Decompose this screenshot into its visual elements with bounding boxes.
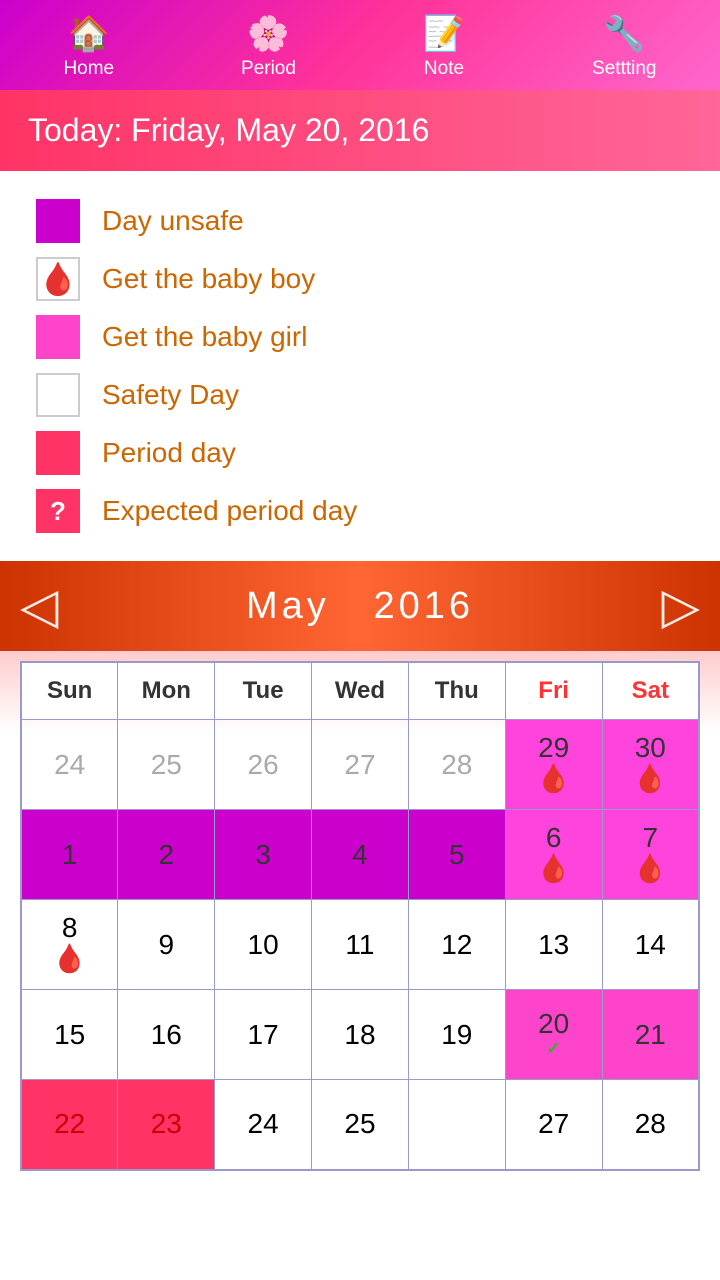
col-fri: Fri	[505, 662, 602, 720]
legend-section: Day unsafe 🩸 Get the baby boy Get the ba…	[0, 171, 720, 561]
legend-safety: Safety Day	[36, 373, 684, 417]
col-mon: Mon	[118, 662, 215, 720]
calendar-cell-20-today[interactable]: 20 ✓	[505, 990, 602, 1080]
table-row: 15 16 17 18 19 20 ✓ 21	[21, 990, 699, 1080]
calendar-cell-25[interactable]: 25	[118, 720, 215, 810]
calendar-cell-17[interactable]: 17	[215, 990, 312, 1080]
calendar-cell-6[interactable]: 6 🩸	[505, 810, 602, 900]
legend-girl: Get the baby girl	[36, 315, 684, 359]
calendar-cell-14[interactable]: 14	[602, 900, 699, 990]
drop-icon-6: 🩸	[536, 852, 571, 885]
calendar-cell-8[interactable]: 8 🩸	[21, 900, 118, 990]
drop-icon-8: 🩸	[52, 942, 87, 975]
calendar-header: ◁ May 2016 ▷	[0, 561, 720, 651]
settings-icon: 🔧	[603, 14, 645, 54]
table-row: 24 25 26 27 28 29 🩸 30 🩸	[21, 720, 699, 810]
col-sun: Sun	[21, 662, 118, 720]
calendar-cell-13[interactable]: 13	[505, 900, 602, 990]
calendar-cell-27b[interactable]: 27	[505, 1080, 602, 1170]
legend-boy: 🩸 Get the baby boy	[36, 257, 684, 301]
calendar-cell-23[interactable]: 23	[118, 1080, 215, 1170]
col-tue: Tue	[215, 662, 312, 720]
legend-label-period: Period day	[102, 437, 236, 469]
calendar-cell-11[interactable]: 11	[312, 900, 409, 990]
calendar-cell-24[interactable]: 24	[21, 720, 118, 810]
calendar-section: Sun Mon Tue Wed Thu Fri Sat 24 25 26 27 …	[0, 651, 720, 1191]
calendar-cell-22[interactable]: 22	[21, 1080, 118, 1170]
nav-period[interactable]: 🌸 Period	[241, 14, 296, 80]
calendar-cell-26b[interactable]	[408, 1080, 505, 1170]
nav-home[interactable]: 🏠 Home	[63, 14, 114, 80]
calendar-cell-2[interactable]: 2	[118, 810, 215, 900]
table-row: 22 23 24 25 27 28	[21, 1080, 699, 1170]
calendar-cell-9[interactable]: 9	[118, 900, 215, 990]
calendar-cell-1[interactable]: 1	[21, 810, 118, 900]
nav-settings[interactable]: 🔧 Settting	[592, 14, 656, 80]
legend-label-girl: Get the baby girl	[102, 321, 307, 353]
next-month-button[interactable]: ▷	[662, 577, 700, 635]
calendar-table: Sun Mon Tue Wed Thu Fri Sat 24 25 26 27 …	[20, 661, 700, 1171]
legend-label-unsafe: Day unsafe	[102, 205, 244, 237]
calendar-month-title: May 2016	[246, 585, 474, 628]
calendar-cell-16[interactable]: 16	[118, 990, 215, 1080]
drop-icon-29: 🩸	[536, 762, 571, 795]
period-icon: 🌸	[247, 14, 289, 54]
table-row: 8 🩸 9 10 11 12 13 14	[21, 900, 699, 990]
home-icon: 🏠	[68, 14, 110, 54]
calendar-cell-10[interactable]: 10	[215, 900, 312, 990]
question-icon: ?	[50, 496, 66, 527]
legend-box-safety	[36, 373, 80, 417]
table-row: 1 2 3 4 5 6 🩸 7 🩸	[21, 810, 699, 900]
calendar-cell-12[interactable]: 12	[408, 900, 505, 990]
legend-box-expected: ?	[36, 489, 80, 533]
col-sat: Sat	[602, 662, 699, 720]
today-banner: Today: Friday, May 20, 2016	[0, 90, 720, 171]
calendar-cell-15[interactable]: 15	[21, 990, 118, 1080]
settings-label: Settting	[592, 58, 656, 80]
home-label: Home	[63, 58, 114, 80]
legend-box-girl	[36, 315, 80, 359]
note-label: Note	[424, 58, 464, 80]
today-text: Today: Friday, May 20, 2016	[28, 112, 429, 148]
calendar-cell-25b[interactable]: 25	[312, 1080, 409, 1170]
legend-box-unsafe	[36, 199, 80, 243]
calendar-cell-4[interactable]: 4	[312, 810, 409, 900]
note-icon: 📝	[423, 14, 465, 54]
calendar-cell-30[interactable]: 30 🩸	[602, 720, 699, 810]
period-label: Period	[241, 58, 296, 80]
legend-label-safety: Safety Day	[102, 379, 239, 411]
calendar-cell-7[interactable]: 7 🩸	[602, 810, 699, 900]
legend-label-expected: Expected period day	[102, 495, 357, 527]
prev-month-button[interactable]: ◁	[20, 577, 58, 635]
calendar-cell-29[interactable]: 29 🩸	[505, 720, 602, 810]
col-wed: Wed	[312, 662, 409, 720]
legend-label-boy: Get the baby boy	[102, 263, 315, 295]
top-navigation: 🏠 Home 🌸 Period 📝 Note 🔧 Settting	[0, 0, 720, 90]
drop-icon-7: 🩸	[633, 852, 668, 885]
nav-note[interactable]: 📝 Note	[423, 14, 465, 80]
legend-box-boy: 🩸	[36, 257, 80, 301]
legend-unsafe: Day unsafe	[36, 199, 684, 243]
drop-icon-30: 🩸	[633, 762, 668, 795]
calendar-cell-28[interactable]: 28	[408, 720, 505, 810]
check-icon-20: ✓	[546, 1038, 561, 1059]
col-thu: Thu	[408, 662, 505, 720]
calendar-cell-18[interactable]: 18	[312, 990, 409, 1080]
legend-expected: ? Expected period day	[36, 489, 684, 533]
calendar-cell-3[interactable]: 3	[215, 810, 312, 900]
drop-icon-boy: 🩸	[38, 260, 78, 298]
calendar-cell-19[interactable]: 19	[408, 990, 505, 1080]
calendar-cell-24b[interactable]: 24	[215, 1080, 312, 1170]
calendar-cell-28b[interactable]: 28	[602, 1080, 699, 1170]
calendar-cell-21[interactable]: 21	[602, 990, 699, 1080]
calendar-cell-27[interactable]: 27	[312, 720, 409, 810]
legend-box-period	[36, 431, 80, 475]
calendar-cell-26[interactable]: 26	[215, 720, 312, 810]
calendar-cell-5[interactable]: 5	[408, 810, 505, 900]
legend-period: Period day	[36, 431, 684, 475]
